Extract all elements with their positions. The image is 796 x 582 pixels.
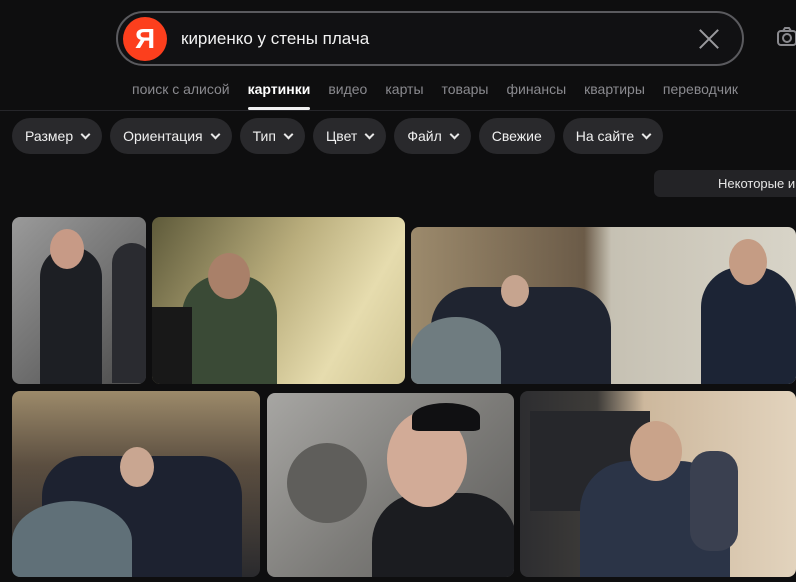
filter-label: Размер xyxy=(25,128,74,144)
image-result-4[interactable] xyxy=(12,391,260,577)
camera-search-icon[interactable] xyxy=(776,26,796,48)
image-figure xyxy=(50,229,84,269)
image-result-6[interactable] xyxy=(520,391,796,577)
filter-label: Свежие xyxy=(491,128,542,144)
image-result-3[interactable] xyxy=(411,227,796,384)
filter-label: Цвет xyxy=(325,128,358,144)
image-figure xyxy=(690,451,738,551)
yandex-logo[interactable]: Я xyxy=(123,16,167,61)
filter-type[interactable]: Тип xyxy=(239,118,305,154)
filter-label: Тип xyxy=(252,128,276,144)
search-tabs: поиск с алисой картинки видео карты това… xyxy=(132,79,756,110)
image-figure xyxy=(372,493,514,577)
logo-letter: Я xyxy=(134,22,156,54)
tab-alice[interactable]: поиск с алисой xyxy=(132,79,230,109)
image-figure xyxy=(729,239,767,285)
tab-apartments[interactable]: квартиры xyxy=(584,79,645,109)
image-result-1[interactable] xyxy=(12,217,146,384)
image-figure xyxy=(501,275,529,307)
filter-color[interactable]: Цвет xyxy=(312,118,387,154)
image-figure xyxy=(152,307,192,384)
image-figure xyxy=(12,501,132,577)
filter-size[interactable]: Размер xyxy=(12,118,103,154)
image-figure xyxy=(208,253,250,299)
filter-label: Файл xyxy=(407,128,442,144)
chevron-down-icon xyxy=(364,129,375,139)
header-divider xyxy=(0,110,796,111)
filter-on-site[interactable]: На сайте xyxy=(562,118,664,154)
chevron-down-icon xyxy=(641,129,652,139)
notice-banner[interactable]: Некоторые и xyxy=(654,170,796,197)
chevron-down-icon xyxy=(449,129,460,139)
search-input[interactable]: кириенко у стены плача xyxy=(181,29,696,49)
image-figure xyxy=(411,317,501,384)
search-bar[interactable]: Я кириенко у стены плача xyxy=(116,11,744,66)
image-result-2[interactable] xyxy=(152,217,405,384)
clear-icon[interactable] xyxy=(696,26,722,52)
tab-video[interactable]: видео xyxy=(328,79,367,109)
image-figure xyxy=(120,447,154,487)
tab-translator[interactable]: переводчик xyxy=(663,79,738,109)
chevron-down-icon xyxy=(210,129,221,139)
tab-products[interactable]: товары xyxy=(442,79,489,109)
filter-label: На сайте xyxy=(575,128,635,144)
image-figure xyxy=(630,421,682,481)
image-result-5[interactable] xyxy=(267,393,514,577)
filter-orientation[interactable]: Ориентация xyxy=(110,118,232,154)
chevron-down-icon xyxy=(283,129,294,139)
image-figure xyxy=(412,403,480,431)
tab-maps[interactable]: карты xyxy=(385,79,423,109)
chevron-down-icon xyxy=(80,129,91,139)
image-figure xyxy=(112,243,146,383)
filter-fresh[interactable]: Свежие xyxy=(478,118,555,154)
image-figure xyxy=(287,443,367,523)
filter-bar: Размер Ориентация Тип Цвет Файл Свежие Н… xyxy=(12,118,664,154)
filter-file[interactable]: Файл xyxy=(394,118,471,154)
tab-finance[interactable]: финансы xyxy=(506,79,566,109)
filter-label: Ориентация xyxy=(123,128,203,144)
tab-images[interactable]: картинки xyxy=(247,79,310,110)
